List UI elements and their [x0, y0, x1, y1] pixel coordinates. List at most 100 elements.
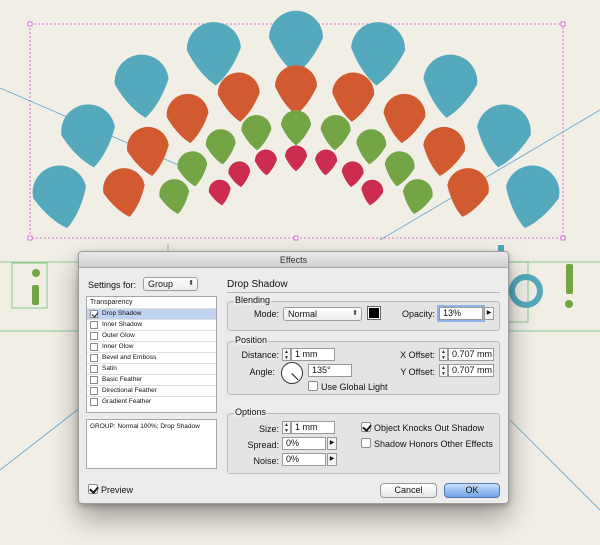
spread-input[interactable]: 0%: [282, 437, 326, 450]
angle-label: Angle:: [249, 367, 275, 377]
effect-label: Gradient Feather: [102, 398, 152, 405]
drop-shape: [114, 54, 169, 118]
y-offset-input[interactable]: 0.707 mm: [448, 364, 494, 377]
panel-title-divider: [227, 292, 500, 293]
size-stepper[interactable]: ▲ ▼: [282, 421, 291, 434]
drop-shape: [315, 149, 338, 176]
drop-shape: [103, 168, 145, 217]
effect-row-inner-shadow[interactable]: Inner Shadow: [87, 319, 216, 330]
drop-shape: [32, 165, 87, 229]
effect-row-bevel-and-emboss[interactable]: Bevel and Emboss: [87, 352, 216, 363]
angle-input[interactable]: 135°: [308, 364, 352, 377]
dialog-title: Effects: [79, 252, 508, 268]
effect-label: Satin: [102, 365, 117, 372]
drop-shape: [254, 149, 277, 176]
drop-shape: [477, 104, 531, 168]
effect-label: Inner Glow: [102, 343, 134, 350]
shadow-honors-other-effects-label: Shadow Honors Other Effects: [374, 439, 493, 449]
effect-checkbox-satin[interactable]: [90, 365, 98, 373]
y-offset-stepper[interactable]: ▲ ▼: [439, 364, 448, 377]
updown-arrows-icon: ⬍: [188, 280, 194, 287]
effects-summary: GROUP: Normal 100%; Drop Shadow: [86, 419, 217, 469]
updown-arrows-icon: ⬍: [352, 310, 358, 317]
summary-text: GROUP: Normal 100%; Drop Shadow: [90, 423, 200, 430]
effect-checkbox-gradient-feather[interactable]: [90, 398, 98, 406]
drop-shapes: [32, 10, 560, 229]
drop-shape: [269, 10, 323, 75]
effect-checkbox-inner-glow[interactable]: [90, 343, 98, 351]
effect-row-inner-glow[interactable]: Inner Glow: [87, 341, 216, 352]
effect-row-drop-shadow[interactable]: Drop Shadow: [87, 308, 216, 319]
drop-shape: [159, 179, 190, 214]
drop-shape: [208, 179, 231, 206]
drop-shape: [423, 54, 478, 118]
settings-for-value: Group: [148, 279, 174, 289]
object-knocks-out-shadow-checkbox[interactable]: [361, 422, 371, 432]
noise-input[interactable]: 0%: [282, 453, 326, 466]
size-label: Size:: [258, 424, 279, 434]
settings-for-select[interactable]: Group ⬍: [143, 277, 198, 291]
drop-shape: [383, 93, 426, 144]
spread-arrow-button[interactable]: ▶: [327, 437, 337, 450]
distance-stepper[interactable]: ▲ ▼: [282, 348, 291, 361]
arrow-right-icon: ▶: [329, 440, 335, 446]
drop-shape: [320, 115, 351, 151]
effect-checkbox-bevel-and-emboss[interactable]: [90, 354, 98, 362]
list-item-transparency[interactable]: Transparency: [87, 297, 216, 308]
effect-checkbox-inner-shadow[interactable]: [90, 321, 98, 329]
effect-checkbox-outer-glow[interactable]: [90, 332, 98, 340]
shadow-color-swatch[interactable]: [367, 306, 381, 320]
effect-checkbox-basic-feather[interactable]: [90, 376, 98, 384]
noise-arrow-button[interactable]: ▶: [327, 453, 337, 466]
effect-label: Outer Glow: [102, 332, 135, 339]
effect-label: Inner Shadow: [102, 321, 143, 328]
effect-checkbox-drop-shadow[interactable]: [90, 310, 98, 318]
noise-label: Noise:: [253, 456, 279, 466]
distance-label: Distance:: [241, 350, 279, 360]
opacity-label: Opacity:: [401, 309, 435, 319]
cancel-button[interactable]: Cancel: [380, 483, 437, 498]
drop-shape: [205, 129, 236, 165]
effect-row-directional-feather[interactable]: Directional Feather: [87, 385, 216, 396]
ok-button[interactable]: OK: [444, 483, 500, 498]
effect-label: Directional Feather: [102, 387, 157, 394]
panel-title: Drop Shadow: [227, 279, 288, 290]
distance-input[interactable]: 1 mm: [291, 348, 335, 361]
opacity-input[interactable]: 13%: [439, 307, 483, 320]
x-offset-label: X Offset:: [400, 350, 435, 360]
mode-label: Mode:: [253, 309, 279, 319]
opacity-arrow-button[interactable]: ▶: [484, 307, 494, 320]
drop-shape: [356, 129, 387, 165]
use-global-light-label: Use Global Light: [321, 382, 388, 392]
settings-for-label: Settings for:: [88, 280, 137, 290]
shadow-honors-other-effects-checkbox[interactable]: [361, 438, 371, 448]
drop-shape: [447, 168, 489, 217]
object-knocks-out-shadow-label: Object Knocks Out Shadow: [374, 423, 485, 433]
effect-row-outer-glow[interactable]: Outer Glow: [87, 330, 216, 341]
preview-label: Preview: [101, 485, 134, 495]
x-offset-stepper[interactable]: ▲ ▼: [439, 348, 448, 361]
drop-shape: [241, 115, 272, 151]
effects-list: Transparency Drop Shadow Inner Shadow Ou…: [86, 296, 217, 413]
drop-shape: [61, 104, 115, 168]
blend-mode-select[interactable]: Normal ⬍: [283, 307, 362, 321]
effect-row-gradient-feather[interactable]: Gradient Feather: [87, 396, 216, 407]
size-input[interactable]: 1 mm: [291, 421, 335, 434]
use-global-light-checkbox[interactable]: [308, 381, 318, 391]
preview-checkbox[interactable]: [88, 484, 98, 494]
angle-dial-icon[interactable]: [281, 362, 303, 384]
effect-checkbox-directional-feather[interactable]: [90, 387, 98, 395]
drop-shape: [361, 179, 384, 206]
effects-dialog: Effects Settings for: Group ⬍ Transparen…: [78, 251, 509, 504]
drop-shape: [275, 65, 317, 115]
drop-shape: [166, 93, 209, 144]
x-offset-input[interactable]: 0.707 mm: [448, 348, 494, 361]
blending-legend: Blending: [234, 295, 272, 305]
effect-label: Drop Shadow: [102, 310, 142, 317]
position-legend: Position: [234, 335, 269, 345]
drop-shape: [341, 161, 364, 188]
drop-shape: [505, 165, 560, 229]
effect-row-satin[interactable]: Satin: [87, 363, 216, 374]
effect-row-basic-feather[interactable]: Basic Feather: [87, 374, 216, 385]
effect-label: Basic Feather: [102, 376, 143, 383]
